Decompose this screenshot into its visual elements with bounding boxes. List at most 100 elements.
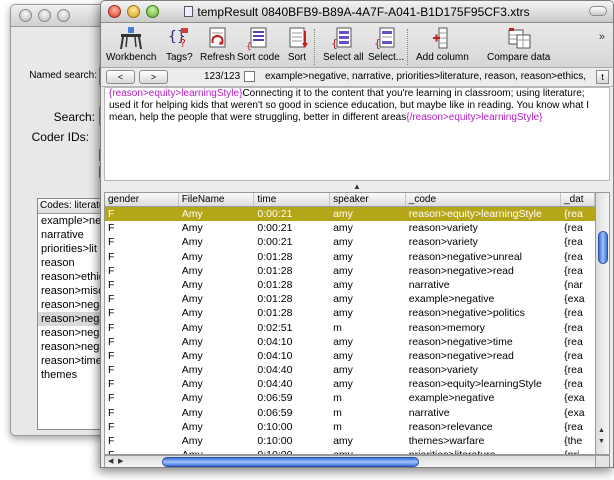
filename-cell: Amy xyxy=(181,349,203,362)
filename-cell: Amy xyxy=(181,364,203,377)
table-row[interactable]: F Amy 0:01:28 amy reason>negative>read {rea xyxy=(105,264,595,278)
table-row[interactable]: F Amy 0:04:10 amy reason>negative>read {rea xyxy=(105,349,595,363)
filename-cell: Amy xyxy=(181,335,203,348)
filename-cell: Amy xyxy=(181,264,203,277)
gender-cell: F xyxy=(108,378,115,391)
table-row[interactable]: F Amy 0:01:28 amy narrative {nar xyxy=(105,278,595,292)
time-cell: 0:10:00 xyxy=(254,448,330,454)
data-cell: {exa xyxy=(564,293,585,306)
add-column-button[interactable]: Add column xyxy=(416,25,469,63)
toolbar-toggle-button[interactable] xyxy=(589,6,607,16)
data-cell: {rea xyxy=(564,264,583,277)
search-label: Search: xyxy=(53,110,95,124)
gender-cell: F xyxy=(108,321,115,334)
record-text-pane[interactable]: {reason>equity>learningStyle}Connecting … xyxy=(104,87,610,181)
table-row[interactable]: F Amy 0:00:21 amy reason>equity>learningStyl… xyxy=(105,207,595,222)
table-row[interactable]: F Amy 0:01:28 amy reason>negative>unreal {rea xyxy=(105,250,595,264)
table-row[interactable]: F Amy 0:06:59 m narrative {exa xyxy=(105,406,595,420)
scroll-up-arrow[interactable]: ▲ xyxy=(598,427,605,434)
select-all-label: Select all xyxy=(323,52,364,63)
column-header-gender[interactable]: gender xyxy=(105,193,179,206)
column-header-filename[interactable]: FileName xyxy=(179,193,255,206)
table-row[interactable]: F Amy 0:01:28 amy reason>negative>politics {r… xyxy=(105,306,595,320)
refresh-button[interactable]: Refresh xyxy=(200,25,235,63)
add-column-icon xyxy=(433,27,448,49)
compare-data-button[interactable]: Compare data xyxy=(487,25,550,63)
table-row[interactable]: F Amy 0:10:00 m reason>relevance {rea xyxy=(105,420,595,434)
scroll-right-arrow[interactable]: ▶ xyxy=(118,457,123,465)
code-cell: narrative xyxy=(408,406,450,419)
record-checkbox[interactable] xyxy=(244,71,255,82)
previous-record-button[interactable]: < xyxy=(106,70,135,84)
horizontal-scroll-thumb[interactable] xyxy=(162,457,419,467)
pane-splitter[interactable]: ▲ xyxy=(101,181,613,192)
sort-code-button[interactable]: { Sort code xyxy=(237,25,280,63)
time-cell: 0:04:10 xyxy=(257,349,293,362)
column-header-code[interactable]: _code xyxy=(406,193,562,206)
filename-cell: Amy xyxy=(181,392,203,405)
data-cell: {rea xyxy=(564,250,583,263)
refresh-label: Refresh xyxy=(200,52,236,63)
filename-cell: Amy xyxy=(181,378,203,391)
workbench-button[interactable]: Workbench xyxy=(106,25,156,63)
resize-corner[interactable] xyxy=(596,455,610,467)
window-title: tempResult 0840BFB9-B89A-4A7F-A041-B1D17… xyxy=(101,5,613,19)
window-titlebar[interactable]: tempResult 0840BFB9-B89A-4A7F-A041-B1D17… xyxy=(101,1,613,23)
vertical-scrollbar[interactable]: ▲ ▼ xyxy=(596,192,610,455)
toolbar-overflow-button[interactable]: » xyxy=(599,31,605,43)
gender-cell: F xyxy=(108,208,115,220)
table-row[interactable]: F Amy 0:06:59 m example>negative {exa xyxy=(105,391,595,405)
record-counter: 123/123 xyxy=(204,71,241,82)
gender-cell: F xyxy=(108,435,115,447)
data-cell: {exa xyxy=(564,406,585,419)
select-icon: { xyxy=(374,27,395,50)
column-header-speaker[interactable]: speaker xyxy=(330,193,406,206)
code-cell: reason>negative>read xyxy=(408,349,514,362)
next-record-button[interactable]: > xyxy=(139,70,168,84)
speaker-cell: amy xyxy=(333,335,353,348)
close-button[interactable] xyxy=(19,9,32,22)
code-cell: reason>variety xyxy=(408,236,478,249)
table-row[interactable]: F Amy 0:02:51 m reason>memory {rea xyxy=(105,321,595,335)
code-cell: reason>negative>politics xyxy=(408,307,525,320)
vertical-scroll-thumb[interactable] xyxy=(598,231,608,264)
zoom-button[interactable] xyxy=(57,9,70,22)
column-header-time[interactable]: time xyxy=(254,193,331,206)
table-row[interactable]: FAmy0:10:00amypriorities>literature{pri xyxy=(105,448,595,454)
record-navigation-bar: < > 123/123 example>negative, narrative,… xyxy=(101,68,613,87)
data-cell: {the xyxy=(564,435,583,447)
nav-end-button[interactable]: t xyxy=(596,70,609,84)
time-cell: 0:01:28 xyxy=(257,250,293,263)
gender-cell: F xyxy=(108,335,115,348)
code-cell: reason>memory xyxy=(408,321,485,334)
table-header: gender FileName time speaker _code _dat xyxy=(105,193,595,207)
gender-cell: F xyxy=(108,307,115,320)
table-body: F Amy 0:00:21 amy reason>equity>learningStyl… xyxy=(105,207,595,454)
select-all-button[interactable]: { Select all xyxy=(323,25,364,63)
speaker-cell: amy xyxy=(333,222,353,235)
table-row[interactable]: F Amy 0:04:10 amy reason>negative>time {rea xyxy=(105,335,595,349)
speaker-cell: amy xyxy=(330,448,406,454)
scroll-down-arrow[interactable]: ▼ xyxy=(598,438,605,445)
code-cell: reason>equity>learningStyle xyxy=(408,378,542,391)
add-column-label: Add column xyxy=(416,52,469,63)
scroll-left-arrow[interactable]: ◀ xyxy=(108,457,113,465)
table-row[interactable]: F Amy 0:01:28 amy example>negative {exa xyxy=(105,292,595,306)
minimize-button[interactable] xyxy=(38,9,51,22)
time-cell: 0:04:40 xyxy=(257,364,293,377)
table-row[interactable]: F Amy 0:04:40 amy reason>variety {rea xyxy=(105,363,595,377)
code-cell: reason>negative>read xyxy=(408,264,514,277)
table-row[interactable]: F Amy 0:10:00 amy themes>warfare {the xyxy=(105,434,595,448)
speaker-cell: m xyxy=(333,392,342,405)
table-row[interactable]: F Amy 0:04:40 amy reason>equity>learningStyl… xyxy=(105,377,595,391)
horizontal-scrollbar[interactable]: ◀ ▶ xyxy=(104,455,596,467)
table-row[interactable]: F Amy 0:00:21 amy reason>variety {rea xyxy=(105,221,595,235)
speaker-cell: amy xyxy=(333,278,353,291)
results-table[interactable]: gender FileName time speaker _code _dat … xyxy=(104,192,596,455)
toolbar-separator xyxy=(407,29,408,65)
column-header-data[interactable]: _dat xyxy=(561,193,595,206)
sort-button[interactable]: Sort xyxy=(284,25,310,63)
tags-button[interactable]: {}? Tags? xyxy=(166,25,193,63)
select-button[interactable]: { Select... xyxy=(368,25,404,63)
table-row[interactable]: F Amy 0:00:21 amy reason>variety {rea xyxy=(105,235,595,249)
